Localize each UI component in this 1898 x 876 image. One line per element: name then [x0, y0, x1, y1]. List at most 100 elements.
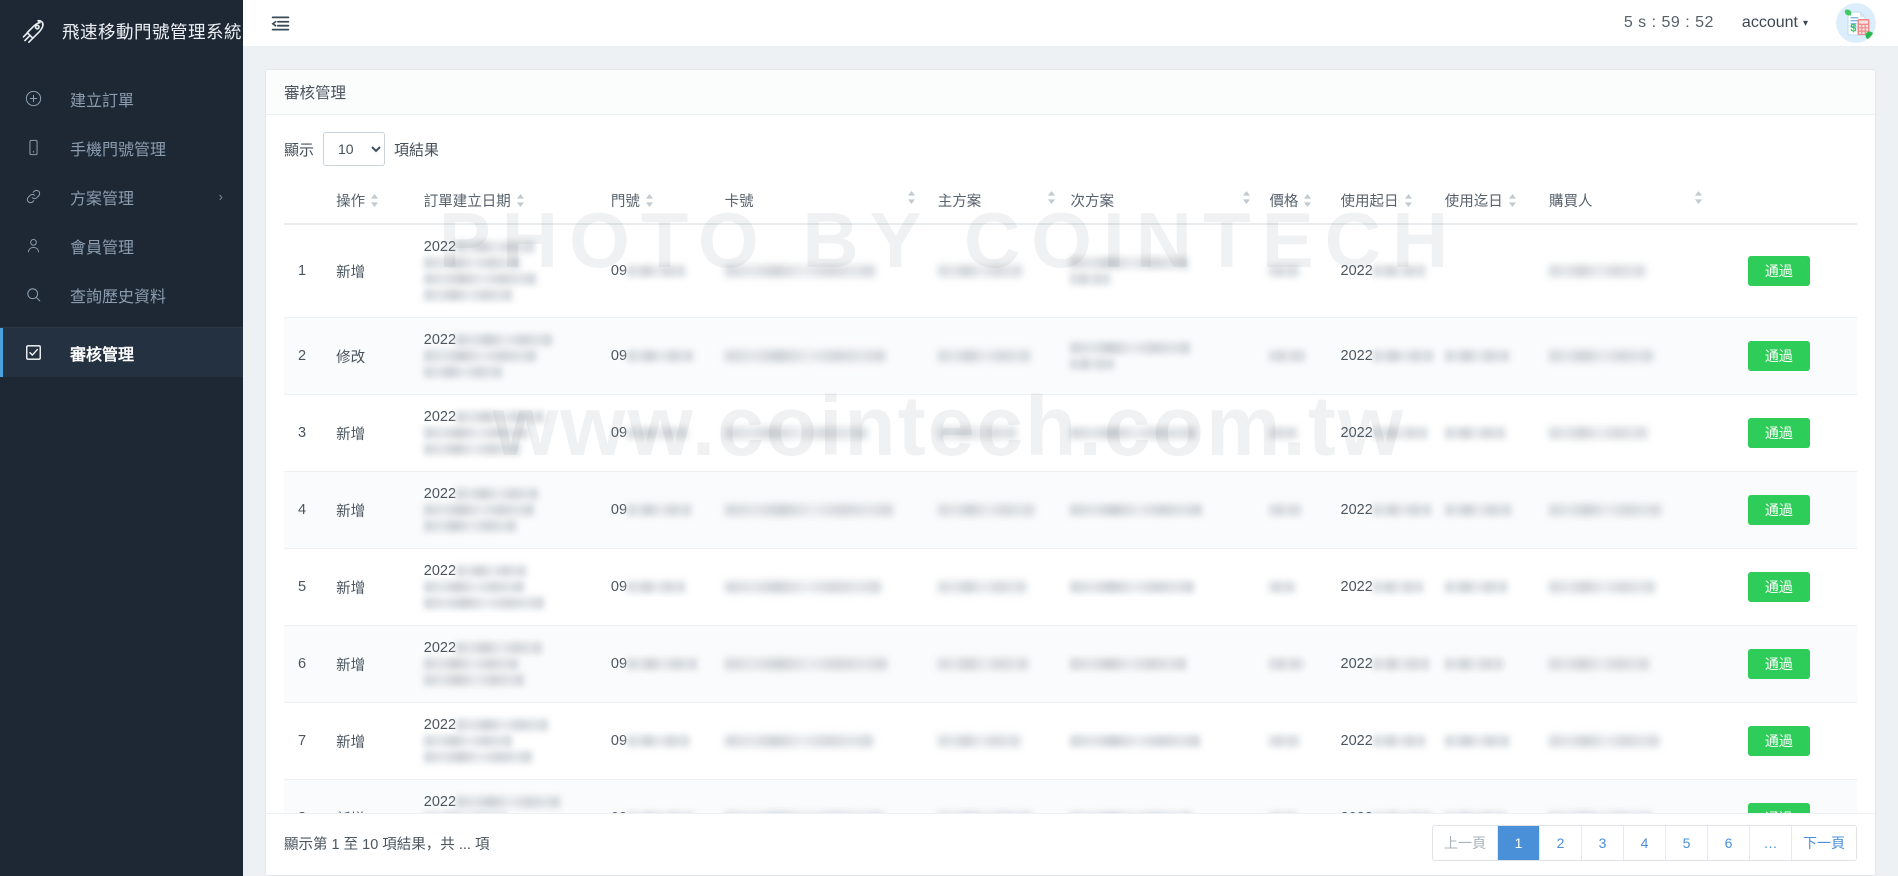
redacted-value	[456, 411, 545, 424]
sidebar-item-history-query[interactable]: 查詢歷史資料	[0, 270, 243, 319]
redacted-value	[1372, 427, 1427, 440]
approve-button[interactable]: 通過	[1747, 494, 1810, 526]
pagination-page[interactable]: 1	[1498, 826, 1540, 860]
column-price[interactable]: 價格	[1269, 178, 1341, 225]
sidebar-item-plan-management[interactable]: 方案管理 ›	[0, 172, 243, 221]
audit-table: 操作 訂單建立日期 門號 卡號 主方案 次方案 價格 使用起日 使用迄日 購買人…	[284, 178, 1857, 813]
pagination-page[interactable]: 5	[1666, 826, 1708, 860]
redacted-value	[724, 350, 885, 363]
column-sub-plan[interactable]: 次方案	[1070, 178, 1270, 225]
cell-index: 7	[284, 702, 337, 780]
column-end-date[interactable]: 使用迄日	[1444, 178, 1549, 225]
account-menu[interactable]: account ▾	[1742, 14, 1808, 32]
sidebar-item-mobile-numbers[interactable]: 手機門號管理	[0, 123, 243, 172]
cell-sub-plan	[1070, 317, 1270, 395]
sidebar-item-audit-management[interactable]: 審核管理	[0, 328, 243, 377]
brand-title: 飛速移動門號管理系統	[62, 21, 242, 42]
redacted-value	[1372, 812, 1431, 813]
cell-end-date	[1444, 548, 1549, 626]
pagination-page[interactable]: 6	[1708, 826, 1750, 860]
pagination-page[interactable]: 4	[1624, 826, 1666, 860]
redacted-value	[423, 520, 516, 533]
sidebar-item-member-management[interactable]: 會員管理	[0, 221, 243, 270]
column-label: 次方案	[1070, 194, 1114, 210]
sidebar-item-create-order[interactable]: 建立訂單	[0, 74, 243, 123]
column-main-plan[interactable]: 主方案	[937, 178, 1071, 225]
redacted-value	[1070, 342, 1191, 355]
cell-operation: 新增	[336, 702, 424, 780]
cell-order-date: 2022	[423, 702, 611, 780]
redacted-value	[1070, 658, 1187, 671]
pagination-page[interactable]: …	[1750, 826, 1792, 860]
redacted-value	[423, 350, 536, 363]
audit-card: 審核管理 顯示 10 25 50 100 項結果	[265, 69, 1876, 876]
length-control: 顯示 10 25 50 100 項結果	[284, 128, 1857, 178]
column-operation[interactable]: 操作	[336, 178, 424, 225]
redacted-value	[627, 427, 688, 440]
cell-msisdn: 09	[610, 779, 725, 813]
menu-collapse-icon[interactable]	[269, 12, 291, 34]
date-prefix: 2022	[423, 239, 457, 255]
cell-index: 5	[284, 548, 337, 626]
pagination-page[interactable]: 2	[1540, 826, 1582, 860]
cell-price	[1269, 702, 1341, 780]
date-prefix: 2022	[1340, 263, 1373, 279]
avatar[interactable]: $	[1836, 3, 1876, 43]
pagination-page[interactable]: 下一頁	[1792, 826, 1856, 860]
cell-action: 通過	[1714, 548, 1857, 626]
column-order-date[interactable]: 訂單建立日期	[423, 178, 611, 225]
cell-action: 通過	[1714, 779, 1857, 813]
cell-index: 4	[284, 471, 337, 549]
cell-sub-plan	[1070, 625, 1270, 703]
cell-card-number	[724, 702, 938, 780]
redacted-value	[1548, 350, 1653, 363]
approve-button[interactable]: 通過	[1747, 725, 1810, 757]
column-msisdn[interactable]: 門號	[610, 178, 725, 225]
link-icon	[20, 187, 46, 206]
column-buyer[interactable]: 購買人	[1548, 178, 1715, 225]
approve-button[interactable]: 通過	[1747, 648, 1810, 680]
table-row: 3 新增 2022 09 2022 通過	[284, 394, 1857, 472]
cell-start-date: 2022	[1340, 471, 1445, 549]
date-prefix: 2022	[1340, 656, 1373, 672]
cell-card-number	[724, 224, 938, 318]
cell-order-date: 2022	[423, 224, 611, 318]
cell-operation: 新增	[336, 779, 424, 813]
approve-button[interactable]: 通過	[1747, 571, 1810, 603]
approve-button[interactable]: 通過	[1747, 255, 1810, 287]
cell-msisdn: 09	[610, 317, 725, 395]
redacted-value	[1444, 658, 1503, 671]
cell-order-date: 2022	[423, 471, 611, 549]
cell-card-number	[724, 394, 938, 472]
redacted-value	[1070, 581, 1195, 594]
redacted-value	[423, 443, 520, 456]
sort-icon	[907, 191, 916, 204]
redacted-value	[627, 812, 694, 813]
cell-index: 3	[284, 394, 337, 472]
sidebar-item-label: 審核管理	[70, 346, 135, 364]
cell-main-plan	[937, 317, 1071, 395]
approve-button[interactable]: 通過	[1747, 340, 1810, 372]
approve-button[interactable]: 通過	[1747, 417, 1810, 449]
column-label: 操作	[336, 194, 366, 210]
redacted-value	[937, 581, 1026, 594]
column-start-date[interactable]: 使用起日	[1340, 178, 1445, 225]
cell-msisdn: 09	[610, 394, 725, 472]
redacted-value	[1070, 273, 1111, 286]
redacted-value	[1372, 581, 1423, 594]
cell-buyer	[1548, 625, 1715, 703]
pagination-page[interactable]: 3	[1582, 826, 1624, 860]
search-icon	[20, 285, 46, 304]
page-title: 審核管理	[284, 85, 347, 102]
column-card-number[interactable]: 卡號	[724, 178, 938, 225]
page-length-select[interactable]: 10 25 50 100	[323, 132, 386, 166]
redacted-value	[1269, 658, 1304, 671]
msisdn-prefix: 09	[610, 348, 628, 364]
checkbox-icon	[20, 343, 46, 362]
column-label: 價格	[1269, 194, 1299, 210]
approve-button[interactable]: 通過	[1747, 802, 1810, 813]
cell-buyer	[1548, 471, 1715, 549]
date-prefix: 2022	[1340, 425, 1373, 441]
svg-text:$: $	[1850, 22, 1856, 34]
cell-operation: 新增	[336, 394, 424, 472]
